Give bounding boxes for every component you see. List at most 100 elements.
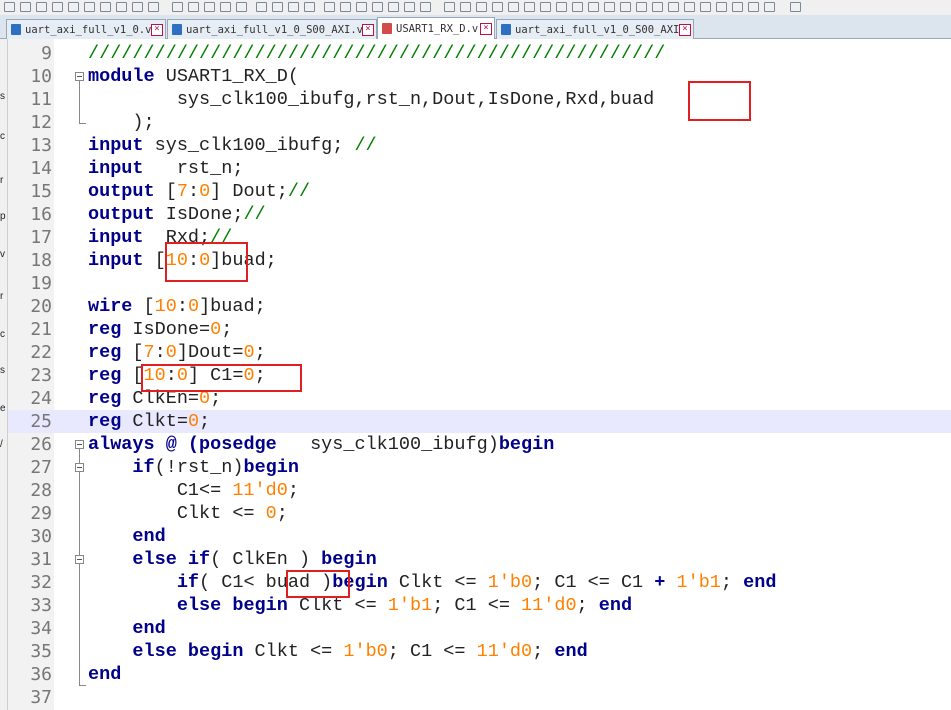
toolbar-button[interactable]	[444, 2, 455, 12]
toolbar-button[interactable]	[20, 2, 31, 12]
code-line[interactable]: 21 reg IsDone=0;	[8, 318, 951, 341]
toolbar-button[interactable]	[272, 2, 283, 12]
toolbar-button[interactable]	[476, 2, 487, 12]
toolbar-button[interactable]	[256, 2, 267, 12]
toolbar-button[interactable]	[572, 2, 583, 12]
toolbar-button[interactable]	[388, 2, 399, 12]
code-editor[interactable]: 9///////////////////////////////////////…	[8, 39, 951, 710]
toolbar-button[interactable]	[556, 2, 567, 12]
toolbar-button[interactable]	[188, 2, 199, 12]
code-line[interactable]: 15 output [7:0] Dout;//	[8, 180, 951, 203]
toolbar-button[interactable]	[204, 2, 215, 12]
tab-1[interactable]: uart_axi_full_v1_0.v ×	[6, 19, 166, 39]
toolbar-button[interactable]	[4, 2, 15, 12]
toolbar-button[interactable]	[356, 2, 367, 12]
tab-4[interactable]: uart_axi_full_v1_0_S00_AXI.v ×	[496, 19, 694, 39]
toolbar-button[interactable]	[148, 2, 159, 12]
code-line[interactable]: 27 if(!rst_n)begin	[8, 456, 951, 479]
fold-toggle-icon[interactable]	[75, 463, 84, 472]
left-panel-char: r	[0, 291, 4, 302]
toolbar-button[interactable]	[84, 2, 95, 12]
toolbar-button[interactable]	[404, 2, 415, 12]
toolbar-button[interactable]	[508, 2, 519, 12]
tab-3[interactable]: USART1_RX_D.v ×	[377, 17, 495, 39]
code-line[interactable]: 12 );	[8, 111, 951, 134]
code-line[interactable]: 18 input [10:0]buad;	[8, 249, 951, 272]
code-token: begin	[498, 434, 555, 455]
toolbar-button[interactable]	[652, 2, 663, 12]
code-line[interactable]: 30 end	[8, 525, 951, 548]
toolbar-button[interactable]	[716, 2, 727, 12]
code-line[interactable]: 13 input sys_clk100_ibufg; //	[8, 134, 951, 157]
close-icon[interactable]: ×	[362, 23, 374, 36]
toolbar-button[interactable]	[420, 2, 431, 12]
toolbar-button[interactable]	[172, 2, 183, 12]
close-icon[interactable]: ×	[480, 22, 492, 35]
code-line[interactable]: 32 if( C1< buad )begin Clkt <= 1'b0; C1 …	[8, 571, 951, 594]
code-line[interactable]: 11 sys_clk100_ibufg,rst_n,Dout,IsDone,Rx…	[8, 88, 951, 111]
file-modified-icon	[382, 23, 392, 34]
code-token: ]Dout=	[176, 342, 244, 363]
fold-toggle-icon[interactable]	[75, 440, 84, 449]
toolbar-button[interactable]	[620, 2, 631, 12]
code-line[interactable]: 33 else begin Clkt <= 1'b1; C1 <= 11'd0;…	[8, 594, 951, 617]
code-line[interactable]: 10 module USART1_RX_D(	[8, 65, 951, 88]
close-icon[interactable]: ×	[151, 23, 163, 36]
code-token: 11'd0	[232, 480, 288, 501]
toolbar-button[interactable]	[764, 2, 775, 12]
code-line[interactable]: 17 input Rxd;//	[8, 226, 951, 249]
left-panel-char: s	[0, 91, 5, 102]
toolbar-button[interactable]	[132, 2, 143, 12]
toolbar-button[interactable]	[116, 2, 127, 12]
toolbar-button[interactable]	[588, 2, 599, 12]
code-line[interactable]: 36 end	[8, 663, 951, 686]
toolbar-button[interactable]	[700, 2, 711, 12]
code-line[interactable]: 22 reg [7:0]Dout=0;	[8, 341, 951, 364]
toolbar-button[interactable]	[340, 2, 351, 12]
fold-toggle-icon[interactable]	[75, 555, 84, 564]
toolbar-button[interactable]	[100, 2, 111, 12]
code-line[interactable]: 19	[8, 272, 951, 295]
code-line[interactable]: 35 else begin Clkt <= 1'b0; C1 <= 11'd0;…	[8, 640, 951, 663]
toolbar-button[interactable]	[68, 2, 79, 12]
toolbar-button[interactable]	[636, 2, 647, 12]
code-line[interactable]: 26 always @ (posedge sys_clk100_ibufg)beg…	[8, 433, 951, 456]
close-icon[interactable]: ×	[679, 23, 691, 36]
code-token: input	[88, 227, 144, 248]
toolbar-button[interactable]	[236, 2, 247, 12]
toolbar-button[interactable]	[52, 2, 63, 12]
code-token: input	[88, 250, 144, 271]
code-line[interactable]: 9 ///////////////////////////////////////…	[8, 42, 951, 65]
tab-2[interactable]: uart_axi_full_v1_0_S00_AXI.v ×	[167, 19, 377, 39]
toolbar-button[interactable]	[492, 2, 503, 12]
code-text: always @ (posedge sys_clk100_ibufg)begin	[88, 433, 554, 456]
toolbar-button[interactable]	[732, 2, 743, 12]
toolbar-button[interactable]	[668, 2, 679, 12]
toolbar-button[interactable]	[288, 2, 299, 12]
toolbar-button[interactable]	[304, 2, 315, 12]
code-token: ;	[720, 572, 744, 593]
code-line[interactable]: 31 else if( ClkEn ) begin	[8, 548, 951, 571]
code-line[interactable]: 20 wire [10:0]buad;	[8, 295, 951, 318]
code-token: C1<=	[88, 480, 233, 501]
code-line[interactable]: 25 reg Clkt=0;	[8, 410, 951, 433]
toolbar-button[interactable]	[220, 2, 231, 12]
code-line[interactable]: 29 Clkt <= 0;	[8, 502, 951, 525]
code-line[interactable]: 14 input rst_n;	[8, 157, 951, 180]
toolbar-button[interactable]	[540, 2, 551, 12]
toolbar-button[interactable]	[324, 2, 335, 12]
toolbar-button[interactable]	[36, 2, 47, 12]
toolbar-button[interactable]	[684, 2, 695, 12]
code-line[interactable]: 34 end	[8, 617, 951, 640]
toolbar-button[interactable]	[748, 2, 759, 12]
code-line[interactable]: 37	[8, 686, 951, 709]
toolbar-button[interactable]	[790, 2, 801, 12]
code-line[interactable]: 28 C1<= 11'd0;	[8, 479, 951, 502]
toolbar-button[interactable]	[372, 2, 383, 12]
fold-toggle-icon[interactable]	[75, 72, 84, 81]
toolbar-button[interactable]	[604, 2, 615, 12]
code-line[interactable]: 16 output IsDone;//	[8, 203, 951, 226]
toolbar-button[interactable]	[524, 2, 535, 12]
toolbar-button[interactable]	[460, 2, 471, 12]
code-token: if	[132, 457, 155, 478]
